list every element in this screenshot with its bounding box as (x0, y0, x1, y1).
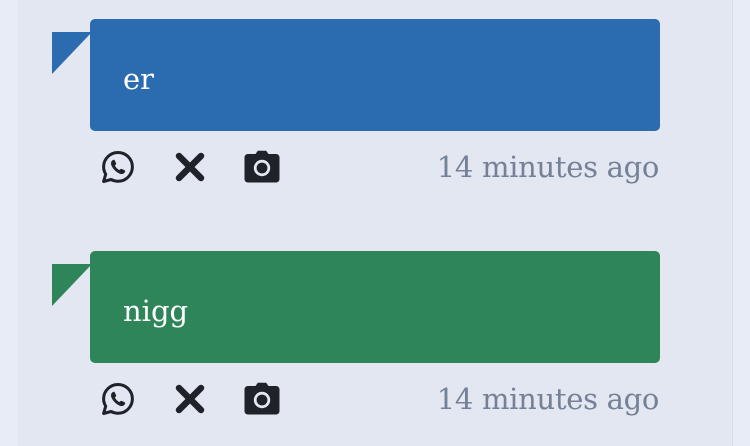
whatsapp-share-button[interactable] (98, 147, 138, 187)
message-timestamp: 14 minutes ago (436, 382, 660, 416)
message-actions (98, 379, 314, 419)
camera-icon (243, 150, 281, 184)
bubble-tail (52, 264, 92, 306)
whatsapp-icon (100, 381, 136, 417)
screenshot-button[interactable] (242, 147, 282, 187)
delete-button[interactable] (170, 147, 210, 187)
delete-button[interactable] (170, 379, 210, 419)
message-timestamp: 14 minutes ago (436, 150, 660, 184)
message-actions (98, 147, 314, 187)
camera-icon (243, 382, 281, 416)
screenshot-button[interactable] (242, 379, 282, 419)
whatsapp-icon (100, 149, 136, 185)
message-text: er (123, 62, 155, 96)
message-bubble[interactable]: nigg (52, 251, 660, 363)
message-bubble[interactable]: er (52, 19, 660, 131)
bubble-tail (52, 32, 92, 74)
whatsapp-share-button[interactable] (98, 379, 138, 419)
message-text: nigg (123, 294, 189, 328)
close-icon (173, 382, 207, 416)
close-icon (173, 150, 207, 184)
